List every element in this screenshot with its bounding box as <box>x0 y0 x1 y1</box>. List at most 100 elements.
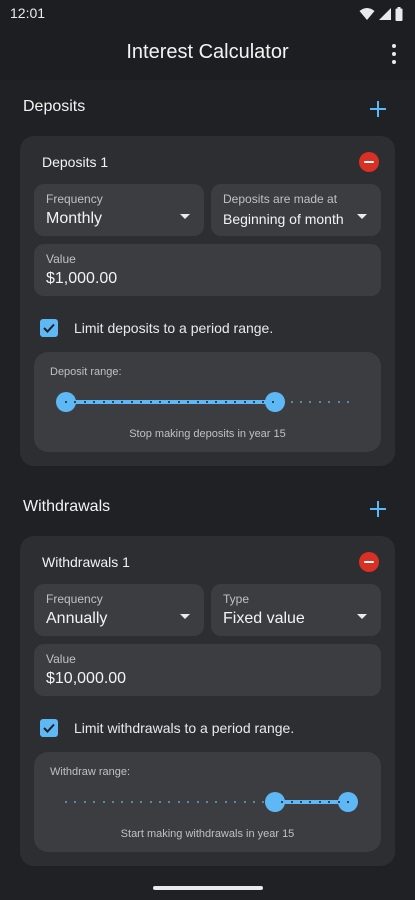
add-deposit-button[interactable] <box>367 98 389 120</box>
slider-tick <box>93 801 96 803</box>
deposit-limit-checkbox[interactable] <box>40 319 58 337</box>
deposit-range-box: Deposit range: Stop making deposits in y… <box>34 352 381 452</box>
slider-tick <box>318 401 321 403</box>
add-withdrawal-button[interactable] <box>367 498 389 520</box>
withdrawal-card-title: Withdrawals 1 <box>42 554 130 570</box>
slider-tick <box>130 801 133 803</box>
withdrawal-range-box: Withdraw range: Start making withdrawals… <box>34 752 381 852</box>
slider-tick <box>83 801 86 803</box>
remove-deposit-button[interactable] <box>359 152 379 172</box>
slider-tick <box>224 401 227 403</box>
slider-tick <box>215 801 218 803</box>
field-value: Annually <box>46 610 108 627</box>
slider-tick <box>177 401 180 403</box>
slider-tick <box>290 401 293 403</box>
deposit-timing-select[interactable]: Deposits are made at Beginning of month <box>211 184 381 236</box>
deposit-value-input[interactable]: Value $1,000.00 <box>34 244 381 296</box>
slider-tick <box>112 801 114 803</box>
app-bar: Interest Calculator <box>0 28 415 80</box>
slider-tick <box>121 801 124 803</box>
slider-tick <box>74 801 77 803</box>
deposit-card-title: Deposits 1 <box>42 154 109 170</box>
field-label: Frequency <box>46 592 103 606</box>
slider-tick <box>300 801 302 803</box>
slider-tick <box>328 401 331 403</box>
slider-tick <box>140 801 143 803</box>
more-vert-icon[interactable] <box>387 42 401 66</box>
slider-tick <box>347 801 349 803</box>
battery-icon <box>395 7 403 21</box>
chevron-down-icon <box>180 214 190 219</box>
chevron-down-icon <box>357 214 367 219</box>
slider-tick <box>102 401 105 403</box>
withdrawal-value-input[interactable]: Value $10,000.00 <box>34 644 381 696</box>
withdrawal-frequency-select[interactable]: Frequency Annually <box>34 584 204 636</box>
slider-tick <box>83 401 86 403</box>
slider-tick <box>149 401 152 403</box>
deposit-frequency-select[interactable]: Frequency Monthly <box>34 184 204 236</box>
withdrawal-limit-checkbox[interactable] <box>40 719 58 737</box>
minus-icon <box>364 161 374 163</box>
slider-tick <box>253 801 255 803</box>
field-value: Beginning of month <box>223 211 344 227</box>
check-icon <box>43 723 55 733</box>
slider-tick <box>130 401 133 403</box>
slider-tick <box>159 801 161 803</box>
slider-tick <box>253 401 255 403</box>
slider-tick <box>290 801 293 803</box>
range-label: Deposit range: <box>50 366 122 378</box>
slider-tick <box>243 401 246 403</box>
home-indicator[interactable] <box>153 886 263 890</box>
status-bar: 12:01 <box>0 0 415 28</box>
status-icons <box>359 6 403 22</box>
withdrawal-type-select[interactable]: Type Fixed value <box>211 584 381 636</box>
deposit-card: Deposits 1 Frequency Monthly Deposits ar… <box>20 136 395 466</box>
field-value: $1,000.00 <box>46 270 118 287</box>
slider-end-thumb[interactable] <box>264 392 285 412</box>
status-time: 12:01 <box>10 5 46 21</box>
field-value: Monthly <box>46 210 103 227</box>
deposits-header: Deposits <box>0 88 415 128</box>
chevron-down-icon <box>180 614 190 619</box>
deposits-section-title: Deposits <box>23 98 86 115</box>
slider-tick <box>309 401 312 403</box>
slider-tick <box>196 401 199 403</box>
field-label: Value <box>46 652 76 666</box>
deposit-range-slider[interactable] <box>56 392 349 412</box>
slider-tick <box>206 401 208 403</box>
field-label: Type <box>223 592 250 606</box>
signal-icon <box>379 8 391 20</box>
wifi-icon <box>359 8 375 20</box>
field-label: Value <box>46 252 76 266</box>
slider-tick <box>112 401 114 403</box>
range-caption: Start making withdrawals in year 15 <box>120 828 295 840</box>
slider-tick <box>300 401 302 403</box>
field-label: Deposits are made at <box>223 192 338 206</box>
slider-tick <box>318 801 321 803</box>
slider-tick <box>234 801 237 803</box>
field-value: Fixed value <box>223 610 305 627</box>
slider-tick <box>337 801 340 803</box>
slider-tick <box>168 801 171 803</box>
withdrawal-limit-row: Limit withdrawals to a period range. <box>40 716 294 740</box>
withdrawals-header: Withdrawals <box>0 488 415 528</box>
withdrawal-limit-label: Limit withdrawals to a period range. <box>74 720 295 736</box>
slider-tick <box>102 801 105 803</box>
slider-tick <box>347 401 349 403</box>
slider-active-track <box>274 800 348 804</box>
slider-tick <box>196 801 199 803</box>
check-icon <box>43 323 55 333</box>
field-value: $10,000.00 <box>46 670 127 687</box>
slider-tick <box>65 801 67 803</box>
slider-tick <box>177 801 180 803</box>
slider-tick <box>337 401 340 403</box>
slider-tick <box>187 801 190 803</box>
remove-withdrawal-button[interactable] <box>359 552 379 572</box>
slider-tick <box>65 401 67 403</box>
slider-tick <box>149 801 152 803</box>
withdrawal-range-slider[interactable] <box>65 792 358 812</box>
deposit-limit-label: Limit deposits to a period range. <box>74 320 274 336</box>
slider-tick <box>206 801 208 803</box>
minus-icon <box>364 561 374 563</box>
deposit-limit-row: Limit deposits to a period range. <box>40 316 273 340</box>
